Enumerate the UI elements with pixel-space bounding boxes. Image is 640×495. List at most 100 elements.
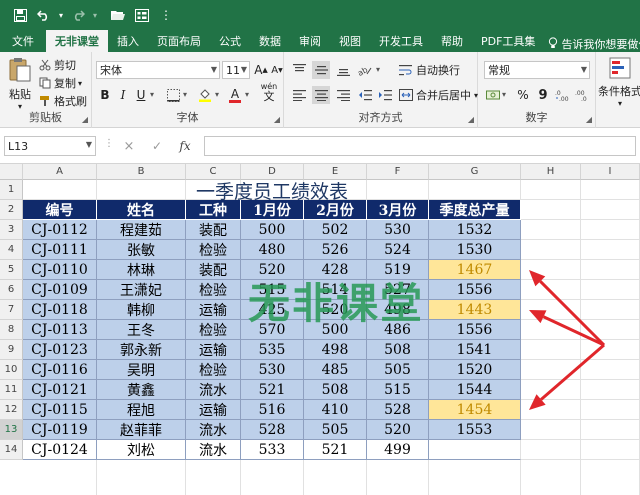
table-cell[interactable]: CJ-0113 [23, 320, 97, 340]
table-cell[interactable]: CJ-0111 [23, 240, 97, 260]
table-cell[interactable]: 410 [304, 400, 367, 420]
tab-data[interactable]: 数据 [250, 30, 290, 52]
borders-button[interactable] [164, 86, 182, 104]
table-cell[interactable]: 516 [241, 400, 304, 420]
alignment-launcher-icon[interactable]: ◢ [468, 115, 474, 124]
table-cell[interactable]: 1530 [429, 240, 521, 260]
font-name-combo[interactable]: 宋体 ▼ [96, 61, 220, 79]
table-cell[interactable]: CJ-0112 [23, 220, 97, 240]
table-cell[interactable]: 508 [367, 340, 429, 360]
table-cell[interactable]: 521 [241, 380, 304, 400]
table-cell[interactable]: 韩柳 [97, 300, 186, 320]
row-header-11[interactable]: 11 [0, 380, 23, 400]
row-header-8[interactable]: 8 [0, 320, 23, 340]
name-box[interactable]: L13 ▼ [4, 136, 96, 156]
table-cell[interactable]: 流水 [186, 420, 241, 440]
font-size-combo[interactable]: 11 ▼ [222, 61, 250, 79]
table-cell[interactable]: 505 [367, 360, 429, 380]
cancel-entry-button[interactable]: × [120, 137, 138, 155]
table-cell[interactable]: 533 [241, 440, 304, 460]
table-cell[interactable]: CJ-0121 [23, 380, 97, 400]
row-header-2[interactable]: 2 [0, 200, 23, 220]
table-cell[interactable]: 500 [241, 220, 304, 240]
table-cell[interactable]: 检验 [186, 240, 241, 260]
table-cell[interactable]: 吴明 [97, 360, 186, 380]
copy-button[interactable]: 复制 ▾ [38, 75, 82, 91]
align-middle-button[interactable] [312, 61, 330, 79]
tab-wufei[interactable]: 无非课堂 [46, 30, 108, 52]
table-cell[interactable]: 郭永新 [97, 340, 186, 360]
row-header-10[interactable]: 10 [0, 360, 23, 380]
table-cell[interactable]: CJ-0123 [23, 340, 97, 360]
table-header-cell[interactable]: 3月份 [367, 200, 429, 220]
folder-open-icon[interactable] [106, 4, 130, 26]
table-cell[interactable]: CJ-0124 [23, 440, 97, 460]
table-header-cell[interactable]: 1月份 [241, 200, 304, 220]
table-cell[interactable]: CJ-0118 [23, 300, 97, 320]
underline-button[interactable]: U [132, 86, 150, 104]
align-bottom-button[interactable] [334, 61, 352, 79]
row-header-13[interactable]: 13 [0, 420, 23, 440]
tab-review[interactable]: 审阅 [290, 30, 330, 52]
column-header-a[interactable]: A [23, 164, 97, 180]
font-color-dropdown-icon[interactable]: ▾ [245, 90, 249, 99]
table-cell[interactable]: 521 [304, 440, 367, 460]
table-cell[interactable]: 赵菲菲 [97, 420, 186, 440]
row-header-9[interactable]: 9 [0, 340, 23, 360]
table-header-cell[interactable]: 2月份 [304, 200, 367, 220]
table-cell[interactable]: 1544 [429, 380, 521, 400]
font-launcher-icon[interactable]: ◢ [274, 115, 280, 124]
comma-style-button[interactable]: 9 [534, 86, 552, 104]
table-cell[interactable]: 502 [304, 220, 367, 240]
formula-input[interactable] [204, 136, 636, 156]
table-header-cell[interactable]: 工种 [186, 200, 241, 220]
form-icon[interactable] [130, 4, 154, 26]
accounting-format-button[interactable] [484, 86, 502, 104]
table-cell[interactable]: 运输 [186, 400, 241, 420]
tab-help[interactable]: 帮助 [432, 30, 472, 52]
table-cell[interactable]: 526 [304, 240, 367, 260]
sheet-title[interactable]: 一季度员工绩效表 [23, 180, 521, 203]
select-all-corner[interactable] [0, 164, 23, 180]
table-cell[interactable]: 515 [367, 380, 429, 400]
table-cell[interactable]: 刘松 [97, 440, 186, 460]
increase-indent-button[interactable] [376, 86, 394, 104]
tab-view[interactable]: 视图 [330, 30, 370, 52]
table-header-cell[interactable]: 姓名 [97, 200, 186, 220]
align-center-button[interactable] [312, 86, 330, 104]
tab-pdf-tools[interactable]: PDF工具集 [472, 30, 544, 52]
tab-file[interactable]: 文件 [0, 30, 46, 52]
table-cell[interactable]: 1532 [429, 220, 521, 240]
table-cell[interactable]: 林琳 [97, 260, 186, 280]
table-cell[interactable]: 流水 [186, 440, 241, 460]
table-cell[interactable]: CJ-0116 [23, 360, 97, 380]
column-header-g[interactable]: G [429, 164, 521, 180]
table-cell[interactable] [429, 440, 521, 460]
tell-me-search[interactable]: 告诉我你想要做什么 [544, 36, 640, 52]
percent-button[interactable]: % [514, 86, 532, 104]
row-header-5[interactable]: 5 [0, 260, 23, 280]
table-cell[interactable]: 520 [367, 420, 429, 440]
table-cell[interactable]: CJ-0119 [23, 420, 97, 440]
number-format-combo[interactable]: 常规 ▼ [484, 61, 590, 79]
format-painter-button[interactable]: 格式刷 [38, 93, 87, 109]
merge-center-button[interactable]: 合并后居中 ▾ [398, 87, 478, 103]
tab-insert[interactable]: 插入 [108, 30, 148, 52]
table-header-cell[interactable]: 编号 [23, 200, 97, 220]
table-cell[interactable]: 装配 [186, 260, 241, 280]
table-cell[interactable]: 530 [241, 360, 304, 380]
undo-dropdown-icon[interactable]: ▾ [56, 4, 66, 26]
table-cell[interactable]: CJ-0115 [23, 400, 97, 420]
table-cell[interactable]: 1520 [429, 360, 521, 380]
customize-icon[interactable]: ⋮ [154, 4, 178, 26]
table-cell[interactable]: 528 [241, 420, 304, 440]
increase-decimal-button[interactable]: .0.00 [554, 86, 572, 104]
decrease-decimal-button[interactable]: .00.0 [574, 86, 592, 104]
conditional-formatting-button[interactable]: 条件格式 ▾ [598, 57, 640, 108]
table-cell[interactable]: 1541 [429, 340, 521, 360]
table-cell[interactable]: 流水 [186, 380, 241, 400]
orientation-button[interactable]: ab [356, 61, 374, 79]
table-cell[interactable]: 528 [367, 400, 429, 420]
bold-button[interactable]: B [96, 86, 114, 104]
paste-button[interactable]: 粘贴 ▾ [6, 57, 34, 111]
